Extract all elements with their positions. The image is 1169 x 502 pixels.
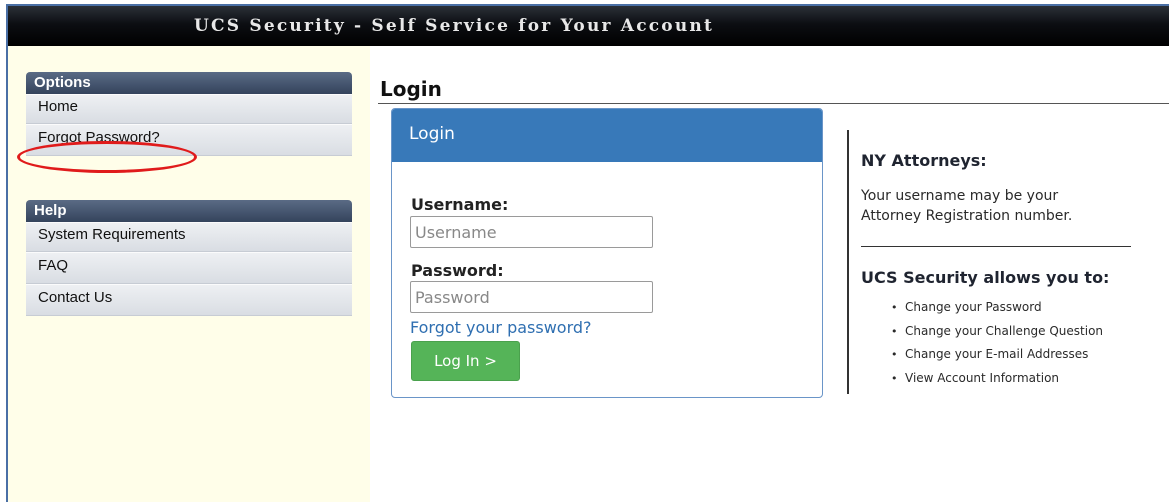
ucs-security-heading: UCS Security allows you to: [861, 268, 1110, 287]
sidebar-item-contact-us[interactable]: Contact Us [26, 284, 352, 316]
header-bar: UCS Security - Self Service for Your Acc… [8, 6, 1169, 46]
username-input[interactable] [410, 216, 653, 248]
login-button[interactable]: Log In > [411, 341, 520, 381]
browser-frame: UCS Security - Self Service for Your Acc… [6, 4, 1169, 502]
password-label: Password: [411, 261, 504, 280]
ny-attorneys-text: Your username may be your Attorney Regis… [861, 188, 1073, 224]
header-title: UCS Security - Self Service for Your Acc… [194, 16, 715, 36]
vertical-divider [847, 130, 849, 394]
sidebar-item-system-requirements[interactable]: System Requirements [26, 222, 352, 252]
login-card: Login Username: Password: Forgot your pa… [391, 108, 823, 398]
page-title: Login [380, 77, 442, 101]
sidebar-item-home[interactable]: Home [26, 94, 352, 124]
title-divider [378, 103, 1169, 104]
forgot-password-link[interactable]: Forgot your password? [410, 318, 592, 337]
list-item: View Account Information [891, 367, 1103, 391]
sidebar: Options Home Forgot Password? Help Syste… [8, 46, 370, 502]
sidebar-item-faq[interactable]: FAQ [26, 252, 352, 284]
sidebar-item-forgot-password[interactable]: Forgot Password? [26, 124, 352, 156]
username-label: Username: [411, 195, 509, 214]
password-input[interactable] [410, 281, 653, 313]
help-panel-title: Help [26, 200, 352, 222]
ny-attorneys-heading: NY Attorneys: [861, 151, 987, 170]
features-list: Change your Password Change your Challen… [891, 296, 1103, 391]
info-divider [861, 246, 1131, 247]
list-item: Change your Password [891, 296, 1103, 320]
options-panel: Options Home Forgot Password? [26, 72, 352, 156]
list-item: Change your E-mail Addresses [891, 343, 1103, 367]
list-item: Change your Challenge Question [891, 320, 1103, 344]
options-panel-title: Options [26, 72, 352, 94]
login-card-header: Login [392, 109, 822, 162]
help-panel: Help System Requirements FAQ Contact Us [26, 200, 352, 316]
